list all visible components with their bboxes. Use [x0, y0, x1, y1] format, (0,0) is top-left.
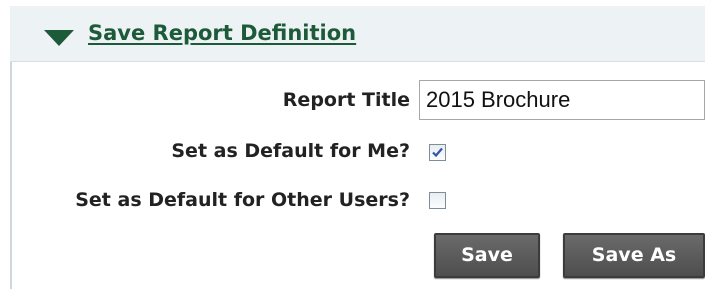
checkmark-icon — [432, 147, 443, 158]
save-button[interactable]: Save — [434, 233, 540, 278]
default-for-me-checkbox[interactable] — [429, 144, 446, 161]
save-as-button[interactable]: Save As — [563, 233, 705, 278]
default-for-others-checkbox[interactable] — [429, 192, 446, 209]
triangle-down-icon[interactable] — [44, 30, 74, 46]
report-title-label: Report Title — [282, 89, 410, 111]
panel-border — [10, 62, 12, 289]
section-header[interactable]: Save Report Definition — [10, 6, 705, 62]
report-title-input[interactable] — [419, 80, 705, 120]
default-for-me-label: Set as Default for Me? — [171, 140, 410, 162]
save-report-panel: Save Report Definition Report Title Set … — [0, 0, 705, 289]
save-report-definition-link[interactable]: Save Report Definition — [88, 21, 356, 45]
default-for-others-label: Set as Default for Other Users? — [75, 189, 410, 211]
